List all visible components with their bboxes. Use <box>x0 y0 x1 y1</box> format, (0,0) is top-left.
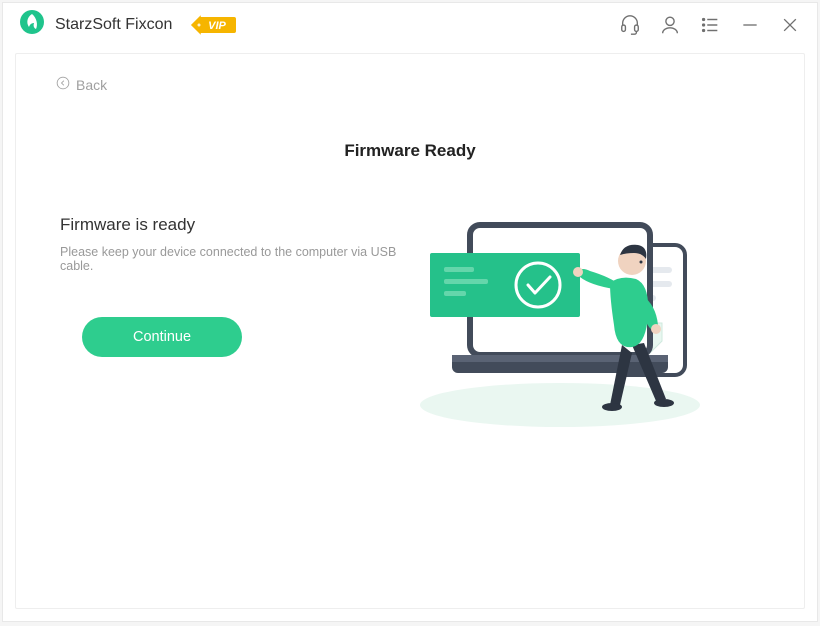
titlebar-actions <box>619 14 801 36</box>
svg-text:VIP: VIP <box>209 20 227 32</box>
support-icon[interactable] <box>619 14 641 36</box>
back-label: Back <box>76 77 107 93</box>
app-window: StarzSoft Fixcon VIP <box>2 2 818 622</box>
app-title: StarzSoft Fixcon <box>55 16 172 34</box>
body-row: Firmware is ready Please keep your devic… <box>56 215 764 435</box>
back-button[interactable]: Back <box>56 76 107 93</box>
minimize-icon[interactable] <box>739 14 761 36</box>
menu-icon[interactable] <box>699 14 721 36</box>
vip-badge: VIP <box>190 15 236 35</box>
subtitle: Firmware is ready <box>60 215 410 235</box>
content-panel: Back Firmware Ready Firmware is ready Pl… <box>15 53 805 609</box>
page-title: Firmware Ready <box>56 141 764 161</box>
firmware-ready-illustration <box>410 205 730 435</box>
user-icon[interactable] <box>659 14 681 36</box>
illustration-panel <box>410 215 764 435</box>
app-logo-icon <box>19 9 45 40</box>
left-column: Firmware is ready Please keep your devic… <box>56 215 410 435</box>
description: Please keep your device connected to the… <box>60 245 410 273</box>
chevron-left-icon <box>56 76 70 93</box>
titlebar: StarzSoft Fixcon VIP <box>3 3 817 47</box>
continue-button[interactable]: Continue <box>82 317 242 357</box>
app-brand: StarzSoft Fixcon VIP <box>19 9 236 40</box>
close-icon[interactable] <box>779 14 801 36</box>
